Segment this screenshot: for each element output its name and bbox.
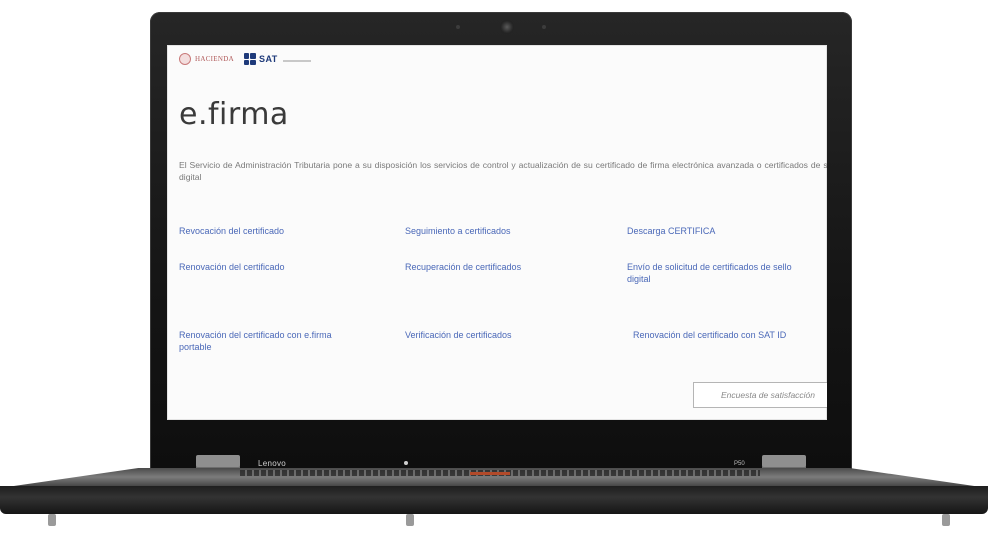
link-descarga-certifica[interactable]: Descarga CERTIFICA [627, 225, 715, 237]
sat-logo[interactable]: SAT [243, 53, 311, 65]
power-indicator-icon [404, 461, 408, 465]
sensor-dot [456, 25, 460, 29]
sat-tagline-line [282, 60, 311, 62]
rubber-foot [48, 514, 56, 526]
link-revocacion-certificado[interactable]: Revocación del certificado [179, 225, 284, 237]
page-title: e.firma [179, 97, 289, 132]
link-renovacion-certificado[interactable]: Renovación del certificado [179, 261, 285, 273]
rubber-foot [406, 514, 414, 526]
survey-button[interactable]: Encuesta de satisfacción [693, 382, 827, 408]
hacienda-emblem-icon [179, 53, 191, 65]
webcam-icon [500, 20, 514, 34]
link-envio-solicitud-sello-digital[interactable]: Envío de solicitud de certificados de se… [627, 261, 807, 285]
link-verificacion-certificados[interactable]: Verificación de certificados [405, 329, 512, 341]
header-logos: HACIENDA SAT [179, 53, 311, 65]
right-hinge [762, 455, 806, 469]
left-hinge [196, 455, 240, 469]
page-description: El Servicio de Administración Tributaria… [179, 160, 827, 182]
laptop-base [0, 486, 988, 514]
hacienda-logo-text: HACIENDA [195, 55, 234, 63]
rubber-foot [942, 514, 950, 526]
link-seguimiento-certificados[interactable]: Seguimiento a certificados [405, 225, 511, 237]
laptop-brand-label: Lenovo [258, 459, 287, 468]
sat-emblem-icon [243, 53, 256, 65]
link-recuperacion-certificados[interactable]: Recuperación de certificados [405, 261, 521, 273]
laptop-model-label: P50 [734, 461, 745, 467]
hacienda-logo[interactable]: HACIENDA [179, 53, 234, 65]
browser-viewport: HACIENDA SAT e.firma El Servicio de Admi… [167, 45, 827, 420]
sat-logo-text: SAT [258, 54, 278, 64]
sensor-dot [542, 25, 546, 29]
trackpoint-buttons [470, 472, 510, 475]
link-renovacion-sat-id[interactable]: Renovación del certificado con SAT ID [633, 329, 786, 341]
link-renovacion-efirma-portable[interactable]: Renovación del certificado con e.firma p… [179, 329, 339, 353]
